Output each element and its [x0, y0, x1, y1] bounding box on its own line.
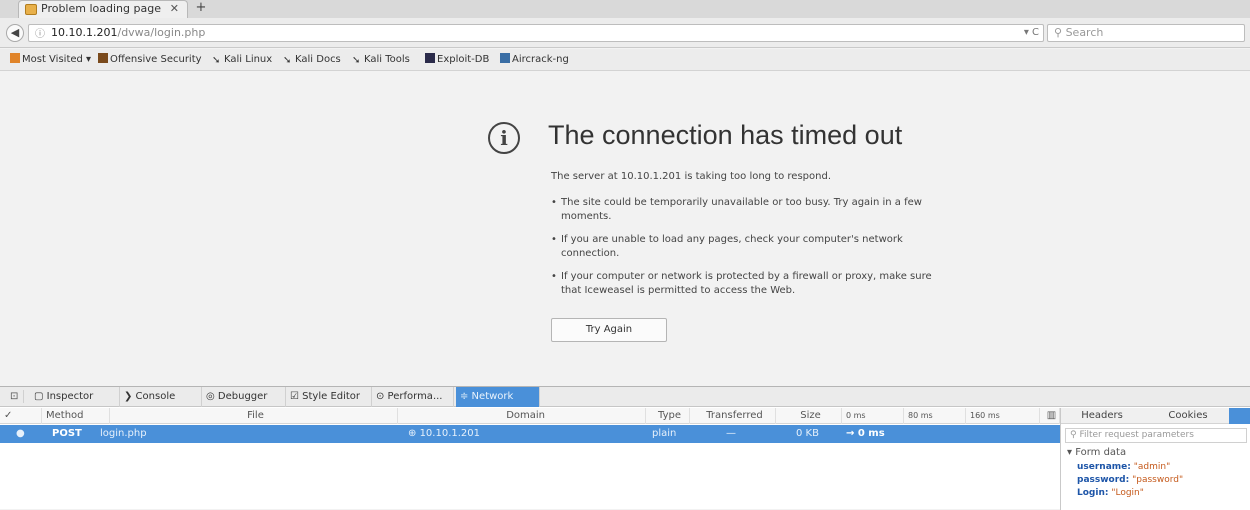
- reload-icon[interactable]: ▾ C: [1024, 25, 1039, 41]
- bookmark-exploit-db[interactable]: Exploit-DB: [425, 53, 489, 67]
- bookmark-kali-tools[interactable]: ➘ Kali Tools: [352, 53, 410, 67]
- tab-network[interactable]: ≑ Network: [456, 387, 540, 407]
- request-type: plain: [652, 428, 677, 439]
- page-title: The connection has timed out: [548, 120, 903, 150]
- globe-icon: ⊕: [408, 428, 420, 439]
- url-path: /dvwa/login.php: [117, 26, 206, 39]
- offsec-icon: [98, 53, 108, 63]
- bookmark-kali-linux[interactable]: ➘ Kali Linux: [212, 53, 272, 67]
- param-username: username: "admin": [1077, 462, 1171, 472]
- tab-inspector[interactable]: ▢ Inspector: [30, 387, 120, 407]
- column-method[interactable]: Method: [42, 408, 110, 424]
- search-placeholder: Search: [1065, 26, 1104, 39]
- param-password: password: "password": [1077, 475, 1184, 485]
- request-domain: ⊕ 10.10.1.201: [408, 428, 480, 439]
- bookmark-kali-docs[interactable]: ➘ Kali Docs: [283, 53, 341, 67]
- param-login: Login: "Login": [1077, 488, 1144, 498]
- search-input[interactable]: ⚲ Search: [1047, 24, 1245, 42]
- request-file: login.php: [100, 428, 147, 439]
- timeline-tick-0: 0 ms: [842, 408, 904, 424]
- status-dot-icon: ●: [16, 428, 25, 439]
- bookmark-most-visited[interactable]: Most Visited ▾: [10, 53, 91, 67]
- list-item: The site could be temporarily unavailabl…: [551, 196, 951, 224]
- try-again-button[interactable]: Try Again: [551, 318, 667, 342]
- column-type[interactable]: Type: [646, 408, 690, 424]
- tab-performance[interactable]: ⊙ Performa...: [372, 387, 454, 407]
- column-status[interactable]: ✓: [0, 408, 42, 424]
- column-size[interactable]: Size: [776, 408, 842, 424]
- request-details-panel: Headers Cookies ⚲ Filter request paramet…: [1060, 408, 1250, 510]
- tab-style-editor[interactable]: ☑ Style Editor: [286, 387, 372, 407]
- list-item: If you are unable to load any pages, che…: [551, 233, 951, 261]
- details-tab-overflow[interactable]: [1229, 408, 1250, 424]
- navigation-bar: ◀ ⓘ 10.10.1.201/dvwa/login.php ▾ C ⚲ Sea…: [0, 18, 1250, 48]
- site-info-icon[interactable]: ⓘ: [35, 27, 45, 43]
- tab-problem-loading[interactable]: Problem loading page ✕: [18, 0, 188, 18]
- request-size: 0 KB: [796, 428, 819, 439]
- info-icon: i: [488, 122, 520, 154]
- column-domain[interactable]: Domain: [398, 408, 646, 424]
- chevron-down-icon: ▾: [1067, 447, 1076, 458]
- folder-icon: [10, 53, 20, 63]
- details-tabs: Headers Cookies: [1061, 408, 1250, 424]
- url-host: 10.10.1.201: [51, 26, 118, 39]
- tab-strip: Problem loading page ✕ +: [0, 0, 1250, 18]
- exploit-db-icon: [425, 53, 435, 63]
- bookmarks-toolbar: Most Visited ▾ Offensive Security ➘ Kali …: [0, 49, 1250, 71]
- column-transferred[interactable]: Transferred: [690, 408, 776, 424]
- error-description: The server at 10.10.1.201 is taking too …: [551, 171, 831, 182]
- warning-favicon-icon: [25, 4, 37, 15]
- request-timing: → 0 ms: [846, 428, 885, 439]
- list-item: If your computer or network is protected…: [551, 270, 951, 298]
- tab-close-icon[interactable]: ✕: [170, 1, 179, 17]
- error-page: i The connection has timed out The serve…: [0, 72, 1250, 386]
- devtools-toolbar: ⊡ ▢ Inspector ❯ Console ◎ Debugger ☑ Sty…: [0, 387, 1250, 407]
- kali-dragon-icon: ➘: [283, 55, 292, 66]
- kali-dragon-icon: ➘: [352, 55, 361, 66]
- tab-headers[interactable]: Headers: [1067, 408, 1137, 424]
- table-row[interactable]: ● POST login.php ⊕ 10.10.1.201 plain — 0…: [0, 425, 1060, 443]
- tab-cookies[interactable]: Cookies: [1153, 408, 1223, 424]
- search-icon: ⚲: [1054, 26, 1066, 39]
- network-table-header: ✓ Method File Domain Type Transferred Si…: [0, 408, 1060, 424]
- error-suggestions: The site could be temporarily unavailabl…: [551, 196, 951, 307]
- back-button[interactable]: ◀: [6, 24, 24, 42]
- request-transferred: —: [726, 428, 736, 439]
- url-bar[interactable]: ⓘ 10.10.1.201/dvwa/login.php ▾ C: [28, 24, 1044, 42]
- filter-params-input[interactable]: ⚲ Filter request parameters: [1065, 428, 1247, 443]
- timeline-tick-160: 160 ms: [966, 408, 1040, 424]
- request-method: POST: [52, 428, 82, 439]
- bookmark-offensive-security[interactable]: Offensive Security: [98, 53, 202, 67]
- tab-console[interactable]: ❯ Console: [120, 387, 202, 407]
- column-file[interactable]: File: [110, 408, 398, 424]
- tab-debugger[interactable]: ◎ Debugger: [202, 387, 286, 407]
- tab-title: Problem loading page: [41, 2, 161, 15]
- bookmark-aircrack-ng[interactable]: Aircrack-ng: [500, 53, 569, 67]
- timeline-tick-80: 80 ms: [904, 408, 966, 424]
- form-data-toggle[interactable]: ▾ Form data: [1067, 447, 1126, 459]
- toggle-sidebar-icon[interactable]: ▥: [1040, 408, 1060, 424]
- new-tab-button[interactable]: +: [192, 1, 210, 17]
- aircrack-icon: [500, 53, 510, 63]
- devtools-panel: ⊡ ▢ Inspector ❯ Console ◎ Debugger ☑ Sty…: [0, 386, 1250, 510]
- element-picker-icon[interactable]: ⊡: [10, 390, 24, 403]
- kali-dragon-icon: ➘: [212, 55, 221, 66]
